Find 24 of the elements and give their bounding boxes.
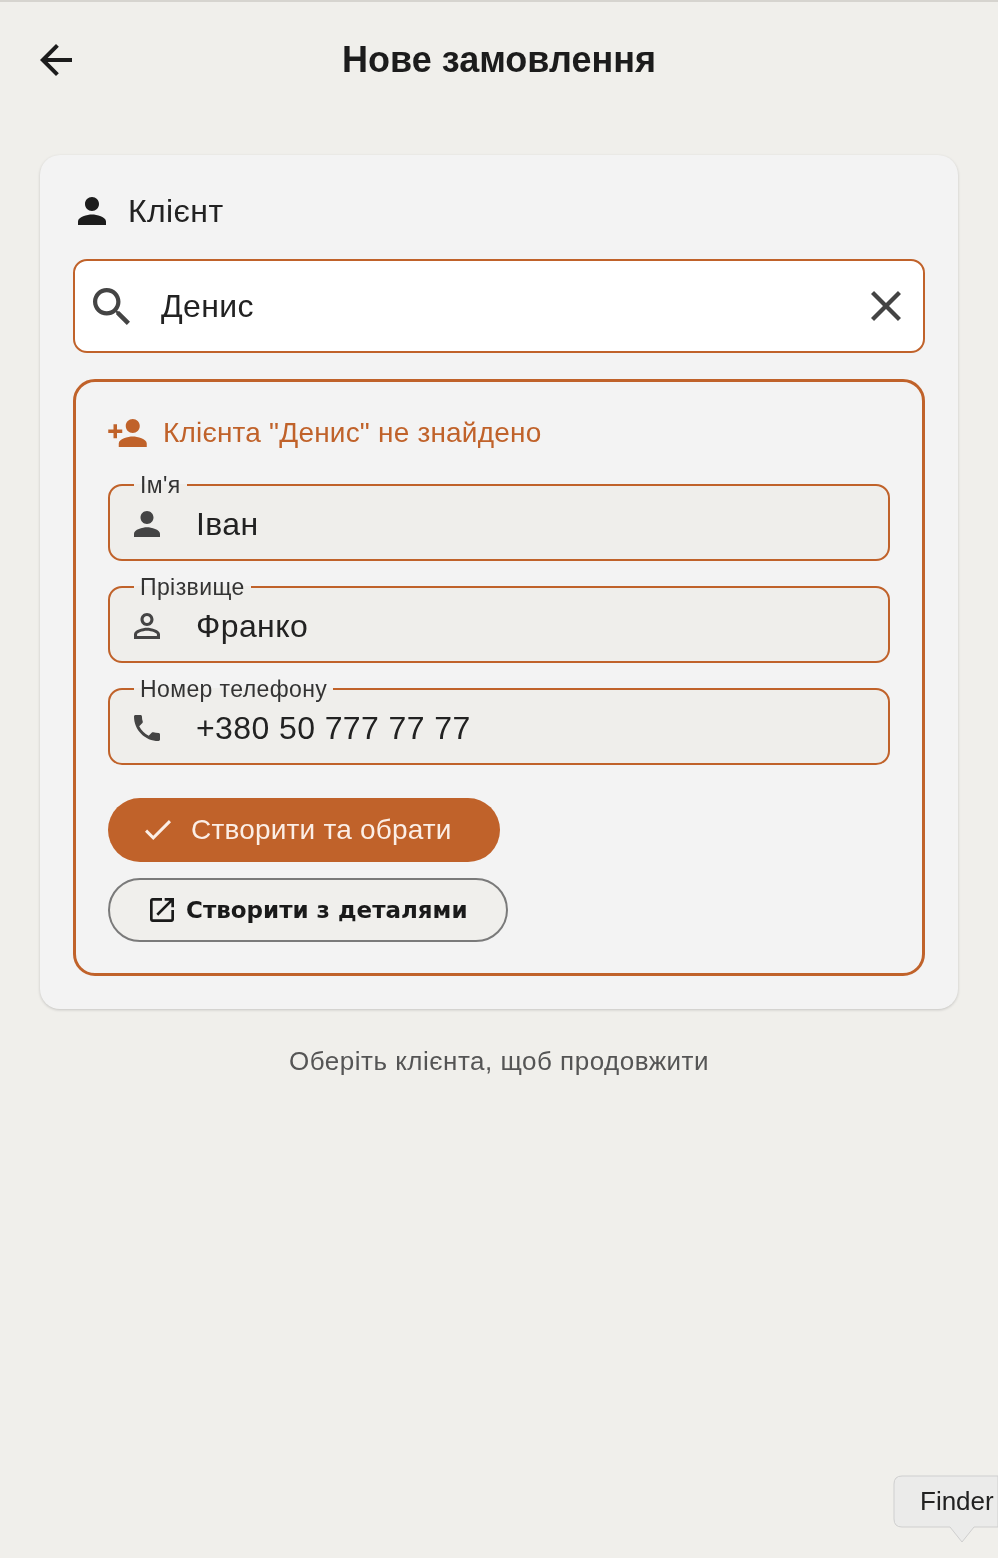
field-label: Номер телефону — [139, 677, 329, 701]
create-and-select-button[interactable]: Створити та обрати — [108, 798, 500, 862]
check-icon — [145, 820, 171, 840]
text-field[interactable]: Ім'я Іван — [108, 473, 890, 561]
page-title: Нове замовлення — [342, 39, 656, 81]
person-outline-icon — [134, 613, 160, 639]
create-with-details-button[interactable]: Створити з деталями — [108, 878, 508, 942]
phone-icon — [134, 715, 160, 741]
hint-text: Оберіть клієнта, щоб продовжити — [288, 1046, 710, 1076]
person-add-icon — [108, 419, 147, 447]
text-field[interactable]: Номер телефону +380 50 777 77 77 — [108, 677, 890, 765]
close-icon[interactable] — [871, 291, 901, 321]
field-label: Прізвище — [139, 575, 246, 599]
open-in-new-icon — [150, 898, 174, 922]
tooltip: Finder — [893, 1475, 998, 1545]
person-icon — [134, 511, 160, 537]
person-icon — [78, 197, 106, 225]
search-field[interactable]: Денис — [73, 259, 925, 353]
search-icon — [93, 287, 130, 325]
field-label: Ім'я — [139, 473, 182, 497]
section-title: Клієнт — [128, 192, 224, 230]
arrow-left-icon[interactable] — [40, 44, 72, 76]
not-found-message: Клієнта "Денис" не знайдено — [163, 417, 542, 449]
text-field[interactable]: Прізвище Франко — [108, 575, 890, 663]
